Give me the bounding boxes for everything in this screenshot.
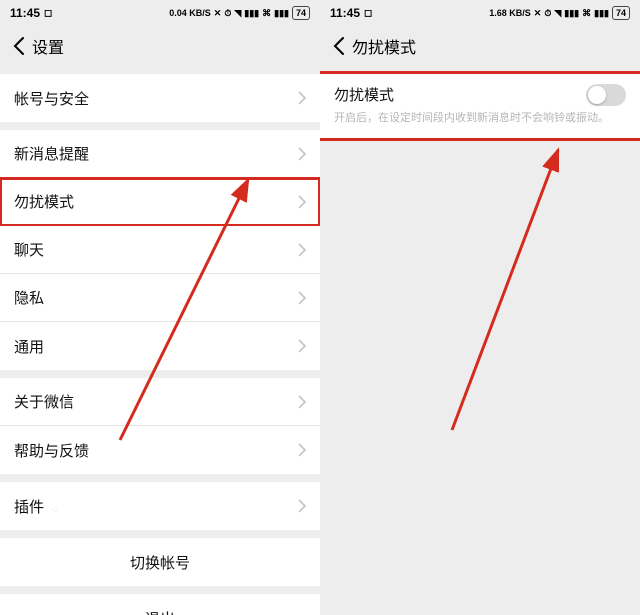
row-label: 隐私: [14, 287, 44, 308]
mute-icon: ✕: [534, 8, 542, 19]
row-logout[interactable]: 退出: [0, 594, 320, 615]
row-account-security[interactable]: 帐号与安全: [0, 74, 320, 122]
chevron-right-icon: [298, 395, 306, 409]
row-dnd[interactable]: 勿扰模式: [0, 178, 320, 226]
row-label: 帮助与反馈: [14, 440, 89, 461]
page-title: 勿扰模式: [352, 34, 416, 58]
net-speed: 1.68 KB/S: [489, 8, 531, 18]
chevron-right-icon: [298, 291, 306, 305]
status-time: 11:45: [10, 6, 40, 20]
phone-right-dnd: 11:45 ◻ 1.68 KB/S ✕ ⏱ ◥ ▮▮▮ ⌘ ▮▮▮ 74 勿扰模…: [320, 0, 640, 615]
row-label: 切换帐号: [130, 552, 190, 573]
nfc-icon: ⌘: [262, 8, 271, 19]
signal-icon-1: ▮▮▮: [244, 8, 259, 19]
dnd-toggle-card: 勿扰模式 开启后，在设定时间段内收到新消息时不会响铃或振动。: [320, 74, 640, 138]
nfc-icon: ⌘: [582, 8, 591, 19]
dnd-toggle-description: 开启后，在设定时间段内收到新消息时不会响铃或振动。: [334, 111, 626, 126]
toggle-knob: [588, 86, 606, 104]
dnd-toggle-label: 勿扰模式: [334, 84, 626, 105]
alarm-icon: ⏱: [224, 8, 231, 19]
plugins-badge-icon: ◌: [52, 504, 57, 514]
battery-indicator: 74: [292, 6, 310, 20]
notification-icon: ◻: [44, 8, 52, 19]
row-label: 勿扰模式: [14, 191, 74, 212]
row-plugins[interactable]: 插件 ◌: [0, 482, 320, 530]
chevron-right-icon: [298, 147, 306, 161]
alarm-icon: ⏱: [544, 8, 551, 19]
chevron-right-icon: [298, 499, 306, 513]
settings-group-4: 插件 ◌: [0, 482, 320, 530]
settings-group-2: 新消息提醒 勿扰模式 聊天 隐私 通用: [0, 130, 320, 370]
signal-icon-1: ▮▮▮: [564, 8, 579, 19]
chevron-right-icon: [298, 443, 306, 457]
row-label: 插件: [14, 499, 44, 516]
row-notifications[interactable]: 新消息提醒: [0, 130, 320, 178]
wifi-icon: ◥: [234, 8, 241, 19]
chevron-right-icon: [298, 91, 306, 105]
row-general[interactable]: 通用: [0, 322, 320, 370]
status-time: 11:45: [330, 6, 360, 20]
row-label: 新消息提醒: [14, 143, 89, 164]
settings-group-3: 关于微信 帮助与反馈: [0, 378, 320, 474]
phone-left-settings: 11:45 ◻ 0.04 KB/S ✕ ⏱ ◥ ▮▮▮ ⌘ ▮▮▮ 74 设置 …: [0, 0, 320, 615]
row-switch-account[interactable]: 切换帐号: [0, 538, 320, 586]
wifi-icon: ◥: [554, 8, 561, 19]
row-chat[interactable]: 聊天: [0, 226, 320, 274]
chevron-right-icon: [298, 195, 306, 209]
battery-indicator: 74: [612, 6, 630, 20]
settings-group-5: 切换帐号: [0, 538, 320, 586]
back-button[interactable]: [8, 35, 30, 57]
notification-icon: ◻: [364, 8, 372, 19]
row-label: 关于微信: [14, 391, 74, 412]
row-help[interactable]: 帮助与反馈: [0, 426, 320, 474]
page-title: 设置: [32, 34, 64, 58]
net-speed: 0.04 KB/S: [169, 8, 211, 18]
status-bar: 11:45 ◻ 1.68 KB/S ✕ ⏱ ◥ ▮▮▮ ⌘ ▮▮▮ 74: [320, 0, 640, 26]
settings-group-1: 帐号与安全: [0, 74, 320, 122]
mute-icon: ✕: [214, 8, 222, 19]
chevron-right-icon: [298, 339, 306, 353]
settings-group-6: 退出: [0, 594, 320, 615]
status-bar: 11:45 ◻ 0.04 KB/S ✕ ⏱ ◥ ▮▮▮ ⌘ ▮▮▮ 74: [0, 0, 320, 26]
signal-icon-2: ▮▮▮: [594, 8, 609, 19]
row-privacy[interactable]: 隐私: [0, 274, 320, 322]
nav-bar: 设置: [0, 26, 320, 66]
row-label: 聊天: [14, 239, 44, 260]
signal-icon-2: ▮▮▮: [274, 8, 289, 19]
chevron-right-icon: [298, 243, 306, 257]
nav-bar: 勿扰模式: [320, 26, 640, 66]
back-button[interactable]: [328, 35, 350, 57]
row-label: 通用: [14, 336, 44, 357]
dnd-toggle-switch[interactable]: [586, 84, 626, 106]
row-label: 帐号与安全: [14, 88, 89, 109]
row-about[interactable]: 关于微信: [0, 378, 320, 426]
row-label: 退出: [145, 608, 175, 615]
